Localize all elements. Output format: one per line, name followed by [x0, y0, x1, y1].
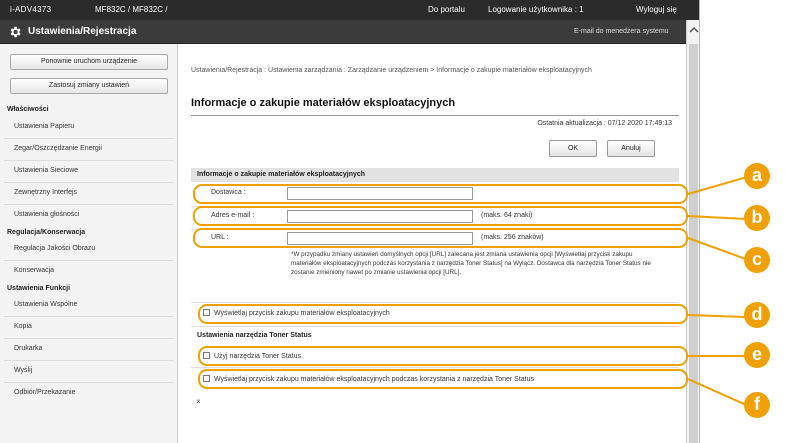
main-content: Ustawienia/Rejestracja : Ustawienia zarz…: [179, 44, 686, 443]
supplier-input[interactable]: [287, 187, 473, 200]
sidebar-item-receive-forward[interactable]: Odbiór/Przekazanie: [14, 389, 75, 396]
display-toner-purchase-option[interactable]: Wyświetlaj przycisk zakupu materiałów ek…: [203, 375, 534, 383]
user-login-info: Logowanie użytkownika : 1: [488, 5, 584, 14]
url-row: URL : (maks. 256 znaków): [197, 230, 677, 248]
sidebar-item-paper-settings[interactable]: Ustawienia Papieru: [14, 123, 74, 130]
divider: [4, 160, 174, 161]
divider: [4, 138, 174, 139]
apply-settings-button[interactable]: Zastosuj zmiany ustawień: [10, 78, 168, 94]
title-divider: [191, 115, 679, 116]
sidebar-item-printer[interactable]: Drukarka: [14, 345, 42, 352]
cancel-button[interactable]: Anuluj: [607, 140, 655, 157]
callout-badge-d: d: [744, 302, 770, 328]
callout-badge-f: f: [744, 392, 770, 418]
divider: [4, 360, 174, 361]
use-toner-status-checkbox[interactable]: [203, 352, 210, 359]
breadcrumb: Ustawienia/Rejestracja : Ustawienia zarz…: [191, 67, 592, 74]
header-bar: Ustawienia/Rejestracja E-mail do menedże…: [0, 20, 699, 44]
sidebar-section-function-settings: Ustawienia Funkcji: [7, 285, 71, 292]
sidebar-item-maintenance[interactable]: Konserwacja: [14, 267, 54, 274]
toner-status-section-title: Ustawienia narzędzia Toner Status: [197, 332, 312, 339]
row-divider: [191, 302, 679, 303]
sidebar-section-properties: Właściwości: [7, 106, 49, 113]
sidebar-item-send[interactable]: Wyślij: [14, 367, 32, 374]
sidebar-item-external-interface[interactable]: Zewnętrzny Interfejs: [14, 189, 77, 196]
email-input[interactable]: [287, 210, 473, 223]
sidebar-item-timer-energy[interactable]: Zegar/Oszczędzanie Energii: [14, 145, 102, 152]
divider: [4, 182, 174, 183]
display-toner-purchase-checkbox[interactable]: [203, 375, 210, 382]
section-title-purchase-info: Informacje o zakupie materiałów eksploat…: [191, 168, 679, 182]
display-purchase-checkbox[interactable]: [203, 309, 210, 316]
url-hint: (maks. 256 znaków): [481, 234, 544, 241]
callout-badge-e: e: [744, 342, 770, 368]
supplier-row: Dostawca :: [197, 185, 677, 203]
top-bar: i-ADV4373 MF832C / MF832C / Do portalu L…: [0, 0, 699, 20]
divider: [4, 338, 174, 339]
page-title: Informacje o zakupie materiałów eksploat…: [191, 97, 456, 109]
display-toner-purchase-label: Wyświetlaj przycisk zakupu materiałów ek…: [214, 376, 535, 383]
divider: [4, 382, 174, 383]
display-purchase-button-option[interactable]: Wyświetlaj przycisk zakupu materiałów ek…: [203, 309, 390, 317]
callout-badge-a: a: [744, 163, 770, 189]
ok-button[interactable]: OK: [549, 140, 597, 157]
browser-window: i-ADV4373 MF832C / MF832C / Do portalu L…: [0, 0, 700, 443]
device-name: i-ADV4373: [10, 5, 52, 14]
sidebar-item-volume[interactable]: Ustawienia głośności: [14, 211, 79, 218]
row-divider: [191, 206, 679, 207]
restart-device-button[interactable]: Ponownie uruchom urządzenie: [10, 54, 168, 70]
device-path: MF832C / MF832C /: [95, 5, 168, 14]
sidebar-item-copy[interactable]: Kopia: [14, 323, 32, 330]
email-admin-link[interactable]: E-mail do menedżera systemu: [574, 28, 669, 35]
logout-link[interactable]: Wyloguj się: [636, 5, 677, 14]
sidebar-item-network[interactable]: Ustawienia Sieciowe: [14, 167, 78, 174]
last-updated: Ostatnia aktualizacja : 07/12 2020 17:49…: [537, 120, 672, 127]
use-toner-status-label: Użyj narzędzia Toner Status: [214, 353, 302, 360]
scroll-up-icon[interactable]: [689, 25, 699, 35]
email-hint: (maks. 64 znaki): [481, 212, 533, 219]
divider: [4, 316, 174, 317]
display-purchase-label: Wyświetlaj przycisk zakupu materiałów ek…: [214, 310, 390, 317]
back-to-top-icon[interactable]: ⌅: [195, 396, 202, 405]
sidebar: Ponownie uruchom urządzenie Zastosuj zmi…: [0, 44, 178, 443]
row-divider: [191, 367, 679, 368]
sidebar-item-image-quality[interactable]: Regulacja Jakości Obrazu: [14, 245, 95, 252]
callout-badge-b: b: [744, 205, 770, 231]
portal-link[interactable]: Do portalu: [428, 5, 465, 14]
callout-badge-c: c: [744, 247, 770, 273]
url-label: URL :: [211, 234, 229, 241]
header-title: Ustawienia/Rejestracja: [28, 26, 137, 37]
email-row: Adres e-mail : (maks. 64 znaki): [197, 208, 677, 226]
row-divider: [191, 326, 679, 327]
divider: [4, 204, 174, 205]
supplier-label: Dostawca :: [211, 189, 246, 196]
sidebar-item-common[interactable]: Ustawienia Wspólne: [14, 301, 77, 308]
sidebar-section-adjustment: Regulacja/Konserwacja: [7, 229, 86, 236]
gear-icon: [10, 26, 21, 38]
callout-leader-e: [688, 355, 746, 357]
url-input[interactable]: [287, 232, 473, 245]
url-note: *W przypadku zmiany ustawień domyślnych …: [291, 251, 651, 276]
use-toner-status-option[interactable]: Użyj narzędzia Toner Status: [203, 352, 301, 360]
email-label: Adres e-mail :: [211, 212, 255, 219]
divider: [4, 260, 174, 261]
